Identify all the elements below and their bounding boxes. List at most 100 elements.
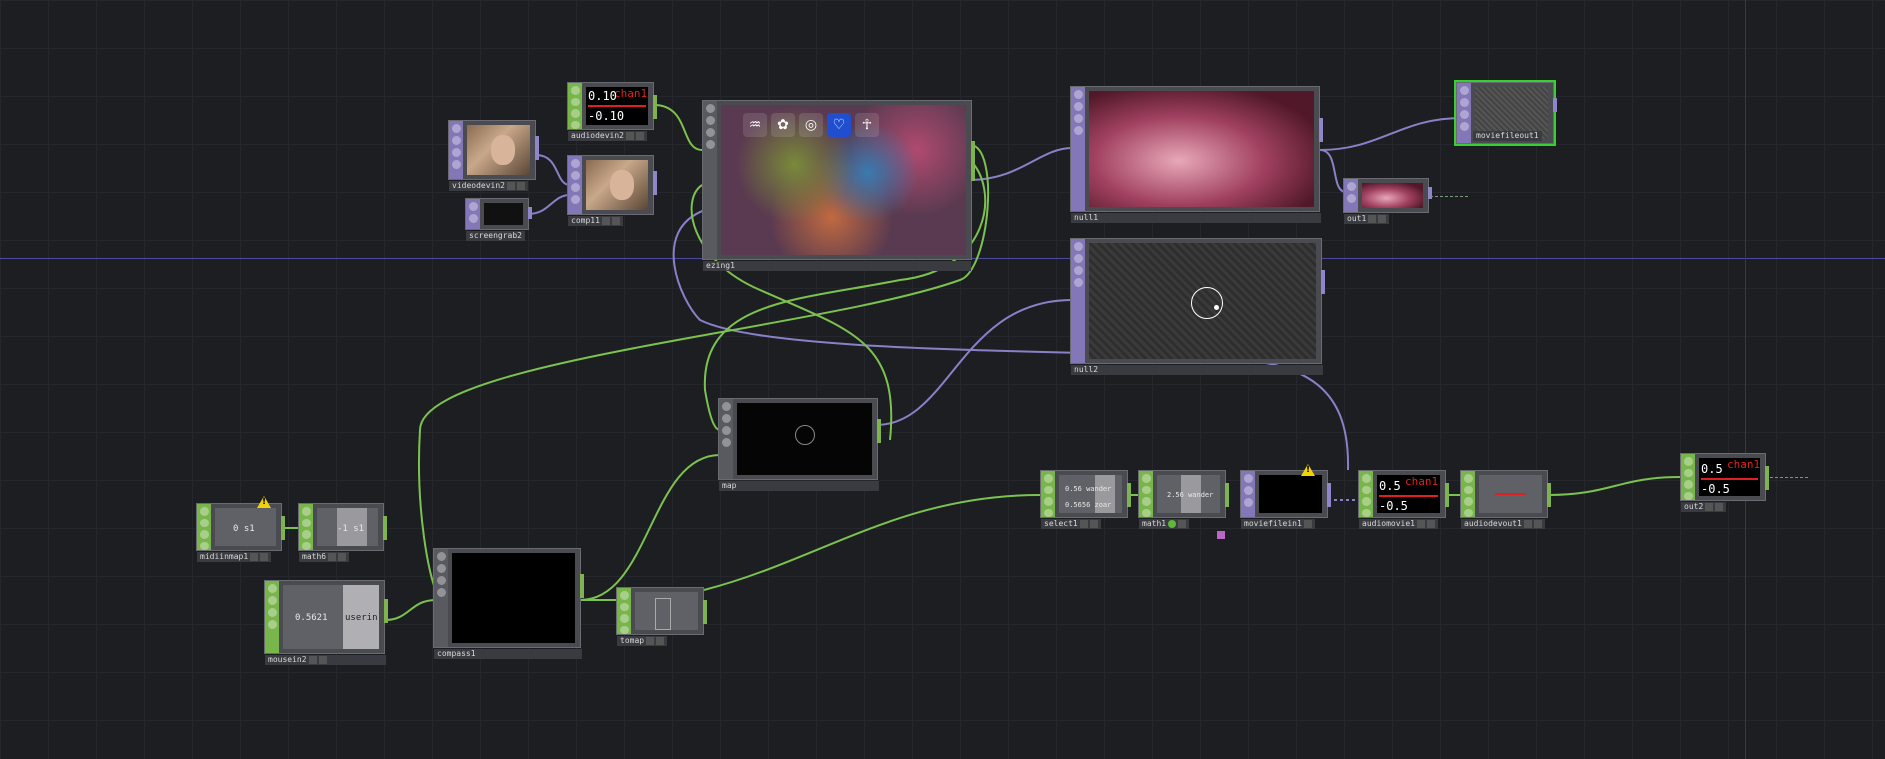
node-strip xyxy=(568,83,582,129)
ezing-preview: ♒ ✿ ◎ ♡ ☥ xyxy=(721,105,966,255)
target-icon[interactable]: ◎ xyxy=(799,113,823,137)
waveform-line xyxy=(1495,493,1526,495)
node-label[interactable]: mousein2 xyxy=(265,655,386,665)
out1-link-line xyxy=(1430,196,1468,197)
node-label[interactable]: screengrab2 xyxy=(466,231,525,241)
channel-value: 0.56 wander xyxy=(1065,485,1112,493)
wire-audiodevin2-ezing1 xyxy=(653,104,703,151)
node-screengrab2[interactable]: screengrab2 xyxy=(465,198,532,241)
lungs-icon[interactable]: ♒ xyxy=(743,113,767,137)
channel-value: -1 s1 xyxy=(337,524,365,534)
node-mousein2[interactable]: 0.5621 userin mousein2 xyxy=(264,580,388,665)
chop-viewer: 2.56 wander xyxy=(1157,475,1220,513)
wire-map-null2 xyxy=(875,299,1073,426)
node-comp11[interactable]: comp11 xyxy=(567,155,657,226)
compass-dot-icon xyxy=(1214,305,1219,310)
node-compass1[interactable]: compass1 xyxy=(433,548,584,659)
node-label[interactable]: moviefileout1 xyxy=(1473,131,1542,141)
chop-viewer xyxy=(635,592,698,630)
webcam-preview xyxy=(467,125,530,175)
node-audiomovie1[interactable]: chan1 0.5 -0.5 audiomovie1 xyxy=(1358,470,1449,529)
wire-videodevin2-comp11 xyxy=(535,154,571,186)
chop-viewer: 0.56 wander 0.5656 zoar xyxy=(1059,475,1122,513)
node-null1[interactable]: null1 xyxy=(1070,86,1323,223)
node-label[interactable]: midiinmap1 xyxy=(197,552,272,562)
channel-value: 0 s1 xyxy=(233,524,255,534)
null2-preview xyxy=(1089,243,1316,359)
brain-icon[interactable]: ✿ xyxy=(771,113,795,137)
wire-tomap-map xyxy=(579,454,721,601)
value-top: 0.10 xyxy=(588,89,617,103)
channel-name: chan1 xyxy=(614,87,648,100)
out2-link-line xyxy=(1770,477,1808,478)
channel-name: userin xyxy=(345,613,378,623)
node-math6[interactable]: -1 s1 math6 xyxy=(298,503,387,562)
channel-value-2: 0.5656 zoar xyxy=(1065,501,1112,509)
node-audiodevin2[interactable]: chan1 0.10 -0.10 audiodevin2 xyxy=(567,82,657,141)
node-moviefilein1[interactable]: moviefilein1 xyxy=(1240,470,1331,529)
chop-viewer: 0 s1 xyxy=(215,508,276,546)
node-label[interactable]: math1 xyxy=(1139,519,1190,529)
wire-mousein2-compass1 xyxy=(384,599,437,621)
node-label[interactable]: null2 xyxy=(1071,365,1323,375)
node-label[interactable]: out1 xyxy=(1344,214,1390,224)
value-bottom: -0.10 xyxy=(588,109,625,123)
chop-viewer: chan1 0.5 -0.5 xyxy=(1699,458,1760,496)
node-midiinmap1[interactable]: 0 s1 midiinmap1 xyxy=(196,503,285,562)
node-label[interactable]: audiomovie1 xyxy=(1359,519,1438,529)
node-label[interactable]: out2 xyxy=(1681,502,1727,512)
node-label[interactable]: math6 xyxy=(299,552,350,562)
node-label[interactable]: comp11 xyxy=(568,216,623,226)
node-label[interactable]: tomap xyxy=(617,636,668,646)
out1-preview xyxy=(1362,183,1423,208)
node-tomap[interactable]: tomap xyxy=(616,587,707,646)
wire-audiodevout1-out2 xyxy=(1547,476,1681,496)
node-null2[interactable]: null2 xyxy=(1070,238,1325,375)
node-label[interactable]: ezing1 xyxy=(703,261,971,271)
compass-circle-icon xyxy=(1191,287,1223,319)
null1-preview xyxy=(1089,91,1314,207)
value-bottom: -0.5 xyxy=(1701,482,1730,496)
value-bottom: -0.5 xyxy=(1379,499,1408,513)
node-label[interactable]: compass1 xyxy=(434,649,582,659)
node-label[interactable]: moviefilein1 xyxy=(1241,519,1315,529)
cook-flag-icon[interactable] xyxy=(1217,531,1225,539)
channel-name: chan1 xyxy=(1405,475,1439,488)
node-label[interactable]: videodevin2 xyxy=(449,181,528,191)
chop-viewer: 0.5621 userin xyxy=(283,585,379,649)
chop-viewer: chan1 0.5 -0.5 xyxy=(1377,475,1440,513)
node-label[interactable]: map xyxy=(719,481,879,491)
ezing-toolbar: ♒ ✿ ◎ ♡ ☥ xyxy=(743,113,879,137)
node-moviefileout1[interactable]: moviefileout1 xyxy=(1454,80,1557,146)
node-videodevin2[interactable]: videodevin2 xyxy=(448,120,539,191)
wire-tomap-select1 xyxy=(703,494,1041,591)
compass-circle-icon xyxy=(795,425,815,445)
channel-value: 0.5621 xyxy=(295,613,328,623)
node-label[interactable]: null1 xyxy=(1071,213,1321,223)
node-audiodevout1[interactable]: audiodevout1 xyxy=(1460,470,1551,529)
moviefilein-preview xyxy=(1259,475,1322,513)
waveform-line xyxy=(1379,495,1438,497)
map-preview xyxy=(737,403,872,475)
warning-icon[interactable]: ! xyxy=(257,496,271,508)
waveform-line xyxy=(588,105,646,107)
node-out2[interactable]: chan1 0.5 -0.5 out2 xyxy=(1680,453,1769,512)
node-out1[interactable]: out1 xyxy=(1343,178,1432,224)
node-math1[interactable]: 2.56 wander math1 xyxy=(1138,470,1229,529)
node-label[interactable]: audiodevin2 xyxy=(568,131,647,141)
node-label[interactable]: select1 xyxy=(1041,519,1101,529)
node-viewer: chan1 0.10 -0.10 xyxy=(586,87,648,125)
chop-viewer: -1 s1 xyxy=(317,508,378,546)
compass-preview xyxy=(452,553,575,643)
warning-icon[interactable]: ! xyxy=(1301,464,1315,476)
node-select1[interactable]: 0.56 wander 0.5656 zoar select1 xyxy=(1040,470,1131,529)
node-map[interactable]: map xyxy=(718,398,881,491)
node-ezing1[interactable]: ♒ ✿ ◎ ♡ ☥ ezing1 xyxy=(702,100,975,271)
channel-name: chan1 xyxy=(1727,458,1760,471)
heart-icon[interactable]: ♡ xyxy=(827,113,851,137)
face-icon xyxy=(610,170,634,200)
value-top: 0.5 xyxy=(1701,462,1723,476)
node-label[interactable]: audiodevout1 xyxy=(1461,519,1545,529)
body-icon[interactable]: ☥ xyxy=(855,113,879,137)
wire-screengrab2-comp11 xyxy=(527,194,571,215)
